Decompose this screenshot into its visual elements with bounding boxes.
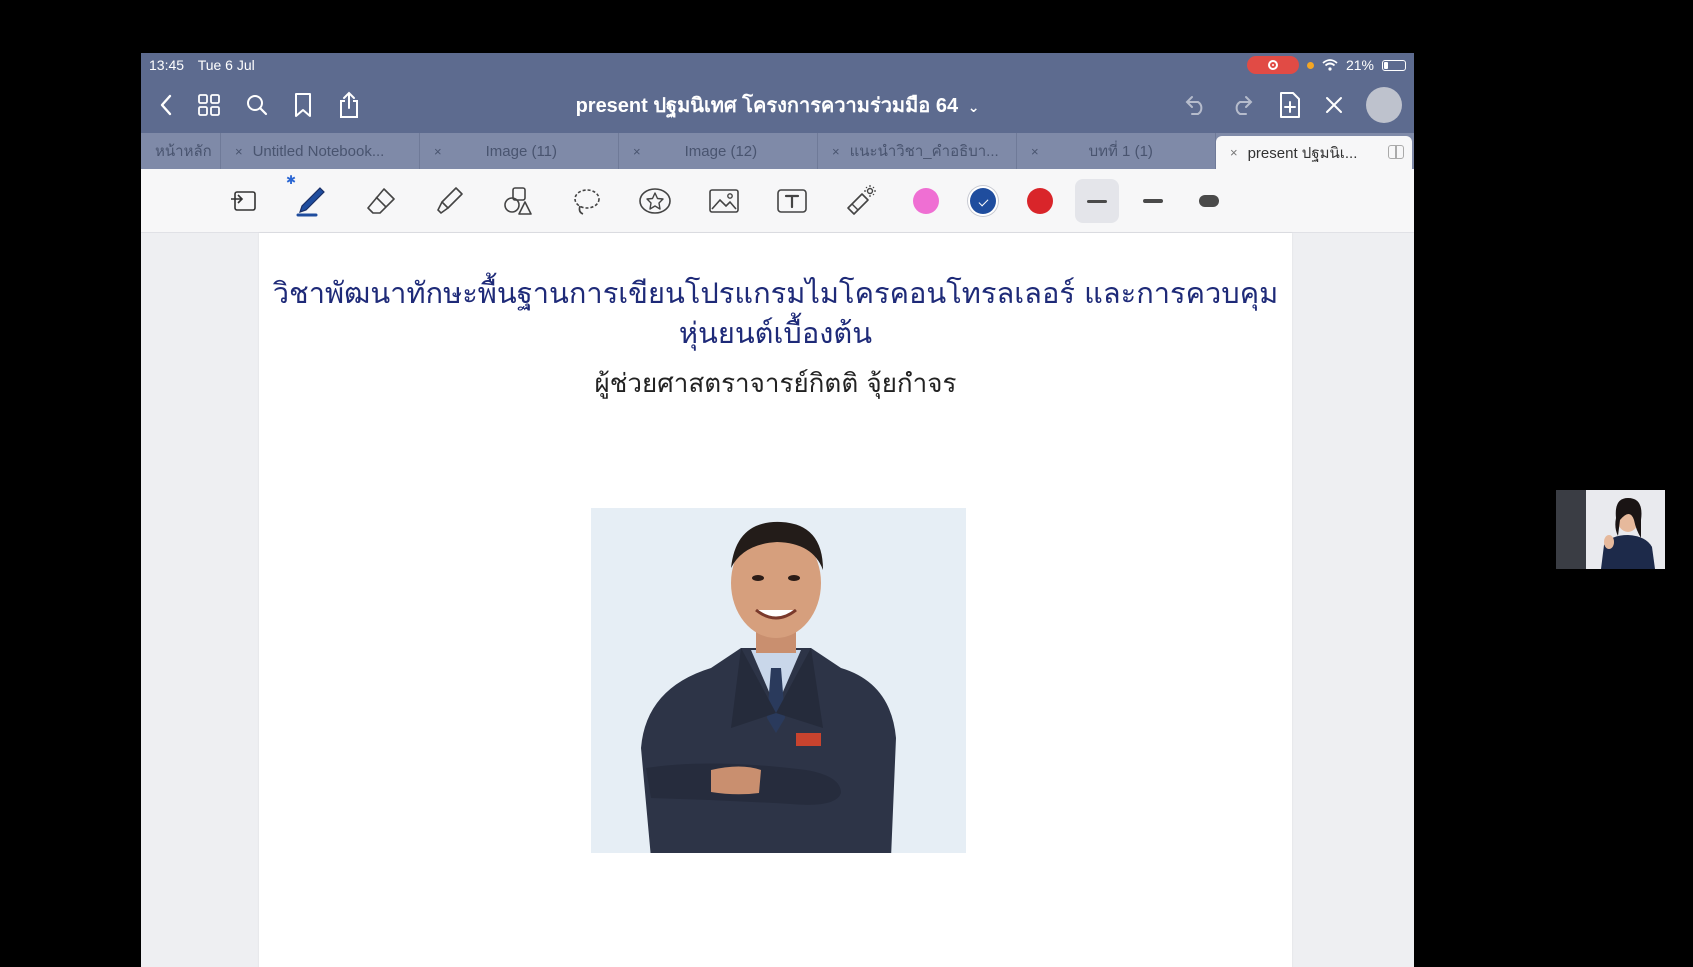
mic-in-use-dot [1306, 61, 1314, 69]
nav-right-group [1182, 77, 1402, 133]
tab-label: หน้าหลัก [155, 143, 212, 160]
add-page-button[interactable] [1278, 91, 1302, 119]
highlighter-tool-button[interactable] [429, 181, 469, 221]
instructor-name: ผู้ช่วยศาสตราจารย์กิตติ จุ้ยกำจร [594, 369, 957, 399]
wifi-icon [1322, 59, 1338, 71]
stroke-thin-preview [1087, 199, 1107, 203]
assistive-touch-button[interactable] [1366, 87, 1402, 123]
sticker-tool-button[interactable] [635, 181, 675, 221]
undo-icon [1185, 96, 1203, 115]
share-icon [340, 91, 358, 118]
bookmark-button[interactable] [293, 92, 313, 118]
status-date: Tue 6 Jul [197, 57, 255, 73]
eraser-tool-button[interactable] [361, 181, 401, 221]
tab-course-intro[interactable]: × แนะนำวิชา_คำอธิบา... [818, 133, 1017, 169]
instructor-photo[interactable] [591, 508, 966, 853]
pen-icon [296, 187, 325, 217]
eraser-icon [367, 188, 395, 214]
stroke-medium-button[interactable] [1131, 179, 1175, 223]
stroke-thick-preview [1199, 195, 1219, 207]
page-tool-icon [231, 191, 256, 211]
document-title-button[interactable]: present ปฐมนิเทศ โครงการความร่วมมือ 64 ⌄ [576, 95, 980, 117]
text-icon [777, 189, 807, 213]
status-time: 13:45 [149, 57, 185, 73]
nav-left-group [141, 91, 361, 119]
drawing-toolbar: ✱ [141, 169, 1414, 233]
close-edit-button[interactable] [1324, 95, 1344, 115]
sign-language-interpreter-video[interactable] [1556, 490, 1665, 569]
lasso-tool-button[interactable] [567, 181, 607, 221]
image-tool-button[interactable] [704, 181, 744, 221]
redo-icon [1235, 96, 1253, 115]
redo-button[interactable] [1230, 94, 1256, 116]
tab-label: บทที่ 1 (1) [1088, 143, 1153, 160]
tab-image-12[interactable]: × Image (12) [619, 133, 818, 169]
stroke-thin-button[interactable] [1075, 179, 1119, 223]
share-button[interactable] [337, 91, 361, 119]
stroke-thick-button[interactable] [1187, 179, 1231, 223]
battery-percent: 21% [1345, 57, 1374, 73]
undo-button[interactable] [1182, 94, 1208, 116]
add-page-icon [1280, 92, 1300, 118]
stroke-medium-preview [1143, 199, 1163, 203]
laser-pointer-icon [847, 185, 876, 215]
color-swatch-pink[interactable] [913, 188, 939, 214]
tab-label: Untitled Notebook... [252, 142, 385, 160]
image-icon [709, 189, 739, 213]
tab-untitled-notebook[interactable]: × Untitled Notebook... [221, 133, 420, 169]
status-right: 21% [1246, 56, 1406, 74]
sticker-icon [639, 188, 671, 214]
shapes-tool-button[interactable] [498, 181, 538, 221]
tab-present-orientation[interactable]: × present ปฐมนิเ... [1216, 136, 1412, 169]
chevron-left-icon [160, 94, 172, 116]
screen-recording-indicator[interactable] [1246, 56, 1299, 74]
laser-pointer-tool-button[interactable] [840, 181, 880, 221]
back-button[interactable] [159, 93, 173, 117]
interpreter-video-frame [1556, 490, 1665, 569]
tab-close-icon[interactable]: × [633, 144, 641, 159]
document-canvas[interactable]: วิชาพัฒนาทักษะพื้นฐานการเขียนโปรแกรมไมโค… [141, 233, 1414, 967]
grid-view-button[interactable] [197, 93, 221, 117]
status-left: 13:45 Tue 6 Jul [149, 57, 265, 73]
tab-close-icon[interactable]: × [235, 144, 243, 159]
course-title-line2: หุ่นยนต์เบื้องต้น [678, 316, 873, 350]
close-icon [1326, 97, 1342, 113]
pen-tool-button[interactable] [291, 181, 331, 221]
tab-home[interactable]: หน้าหลัก [141, 133, 221, 169]
tab-image-11[interactable]: × Image (11) [420, 133, 619, 169]
ipad-screen: 13:45 Tue 6 Jul 21% present ปฐมนิเทศ โคร… [141, 53, 1414, 967]
document-title-text: present ปฐมนิเทศ โครงการความร่วมมือ 64 [575, 95, 959, 117]
grid-icon [198, 94, 220, 116]
color-swatch-blue[interactable] [970, 188, 996, 214]
tab-close-icon[interactable]: × [832, 144, 840, 159]
battery-icon [1382, 59, 1406, 71]
tab-chapter-1[interactable]: × บทที่ 1 (1) [1017, 133, 1216, 169]
page-tool-button[interactable] [223, 181, 263, 221]
tab-close-icon[interactable]: × [1031, 144, 1039, 159]
tab-label: Image (12) [684, 142, 758, 160]
document-nav-bar: present ปฐมนิเทศ โครงการความร่วมมือ 64 ⌄ [141, 77, 1414, 133]
course-title: วิชาพัฒนาทักษะพื้นฐานการเขียนโปรแกรมไมโค… [259, 273, 1292, 353]
chevron-down-icon: ⌄ [967, 99, 980, 115]
color-swatch-red[interactable] [1027, 188, 1053, 214]
split-view-icon[interactable] [1388, 145, 1404, 159]
record-icon [1267, 60, 1278, 70]
tab-close-icon[interactable]: × [1230, 145, 1238, 160]
tab-label: Image (11) [485, 142, 558, 160]
tab-close-icon[interactable]: × [434, 144, 442, 159]
search-icon [247, 95, 268, 116]
lasso-icon [574, 189, 600, 215]
tab-bar: หน้าหลัก × Untitled Notebook... × Image … [141, 133, 1414, 169]
person-portrait-image [641, 521, 896, 853]
highlighter-icon [437, 187, 463, 215]
course-title-line1: วิชาพัฒนาทักษะพื้นฐานการเขียนโปรแกรมไมโค… [272, 276, 1279, 310]
status-bar: 13:45 Tue 6 Jul 21% [141, 53, 1414, 77]
bookmark-icon [295, 93, 311, 117]
shapes-icon [504, 187, 532, 215]
search-button[interactable] [245, 93, 269, 117]
document-page[interactable]: วิชาพัฒนาทักษะพื้นฐานการเขียนโปรแกรมไมโค… [259, 233, 1292, 967]
tab-label: แนะนำวิชา_คำอธิบา... [849, 143, 999, 160]
tab-label: present ปฐมนิเ... [1247, 144, 1358, 162]
text-tool-button[interactable] [772, 181, 812, 221]
